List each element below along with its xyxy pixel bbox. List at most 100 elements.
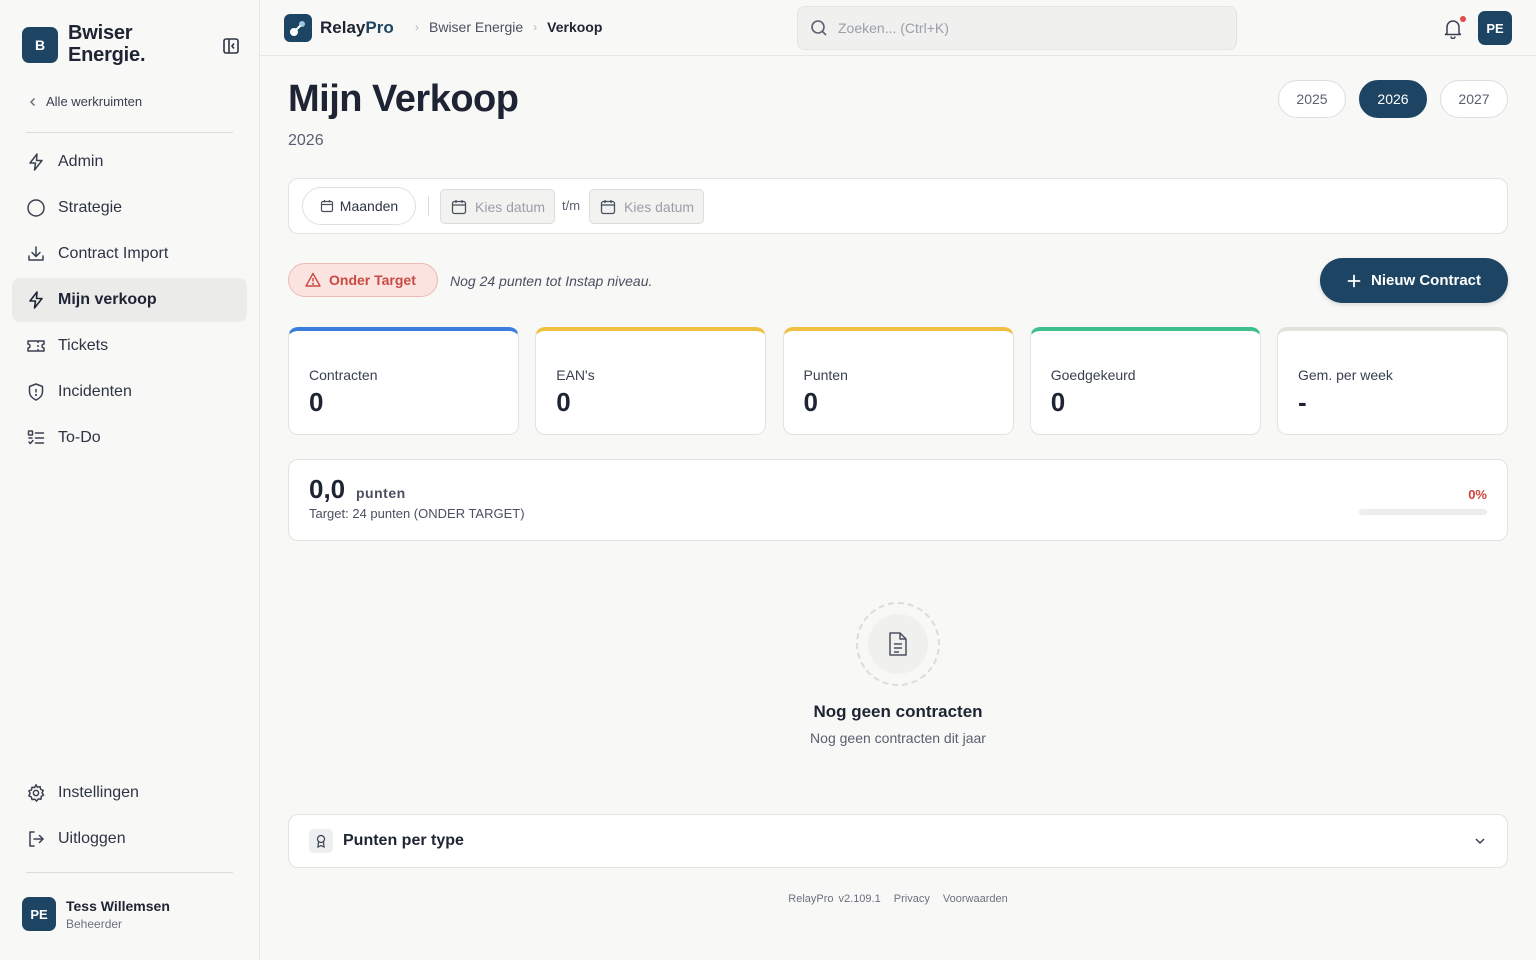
- search-box[interactable]: [797, 6, 1237, 50]
- all-workspaces-link[interactable]: Alle werkruimten: [28, 94, 142, 109]
- stat-label: Contracten: [309, 367, 378, 383]
- app-name: RelayPro: [320, 18, 394, 38]
- points-unit: punten: [356, 485, 406, 501]
- sidebar-item-strategie[interactable]: Strategie: [12, 186, 247, 230]
- stat-card-eans: EAN's 0: [535, 327, 767, 435]
- user-profile[interactable]: PE Tess Willemsen Beheerder: [22, 897, 170, 931]
- plus-icon: [1347, 274, 1361, 287]
- target-status-row: Onder Target Nog 24 punten tot Instap ni…: [288, 258, 1508, 306]
- avatar[interactable]: PE: [1478, 11, 1512, 45]
- sidebar-bottom-nav: Instellingen Uitloggen: [12, 771, 247, 863]
- sidebar-divider: [26, 872, 233, 873]
- year-selector: 2025 2026 2027: [1265, 80, 1508, 118]
- bolt-icon: [29, 291, 43, 309]
- stat-card-goedgekeurd: Goedgekeurd 0: [1029, 327, 1261, 435]
- search-input[interactable]: [838, 20, 1218, 36]
- footer-privacy-link[interactable]: Privacy: [894, 893, 930, 905]
- app-logo[interactable]: RelayPro: [284, 14, 394, 42]
- date-to-placeholder: Kies datum: [624, 198, 695, 215]
- sidebar: B Bwiser Energie. Alle werkruimten Admin…: [0, 0, 260, 960]
- new-contract-label: Nieuw Contract: [1370, 272, 1481, 289]
- sidebar-item-tickets[interactable]: Tickets: [12, 324, 247, 368]
- calendar-icon: [451, 199, 467, 214]
- stat-value: -: [1298, 387, 1307, 417]
- award-icon: [309, 829, 333, 853]
- gear-icon: [28, 784, 45, 802]
- sidebar-item-to-do[interactable]: To-Do: [12, 416, 247, 460]
- year-button-2027[interactable]: 2027: [1440, 80, 1508, 118]
- date-to-picker[interactable]: Kies datum: [589, 189, 704, 224]
- sidebar-item-label: Tickets: [58, 337, 109, 354]
- target-note: Nog 24 punten tot Instap niveau.: [450, 273, 653, 289]
- sidebar-item-instellingen[interactable]: Instellingen: [12, 771, 247, 815]
- stat-label: EAN's: [556, 367, 595, 383]
- points-target: Target: 24 punten (ONDER TARGET): [309, 506, 525, 521]
- empty-state: Nog geen contracten Nog geen contracten …: [288, 602, 1508, 752]
- warning-icon: [305, 272, 321, 287]
- sidebar-item-contract-import[interactable]: Contract Import: [12, 232, 247, 276]
- calendar-icon: [320, 200, 333, 213]
- checklist-icon: [27, 430, 45, 445]
- sidebar-item-label: Admin: [58, 153, 104, 170]
- date-from-picker[interactable]: Kies datum: [440, 189, 555, 224]
- workspace-logo: B: [22, 27, 58, 63]
- empty-state-title: Nog geen contracten: [813, 702, 983, 721]
- stat-card-contracten: Contracten 0: [288, 327, 519, 435]
- user-role: Beheerder: [66, 916, 123, 931]
- page-title: Mijn Verkoop: [288, 78, 519, 120]
- date-range-separator: t/m: [562, 198, 581, 213]
- filter-bar: Maanden Kies datum t/m Kies datum: [288, 178, 1508, 234]
- document-icon: [889, 632, 907, 656]
- notification-dot: [1460, 16, 1466, 22]
- points-per-type-accordion[interactable]: Punten per type: [288, 814, 1508, 868]
- all-workspaces-label: Alle werkruimten: [46, 94, 143, 109]
- empty-state-illustration: [856, 602, 940, 686]
- app-name-part2: Pro: [365, 18, 394, 37]
- logout-icon: [29, 831, 44, 847]
- relaypro-logo-icon: [284, 14, 312, 42]
- sidebar-item-label: Incidenten: [58, 383, 132, 400]
- sidebar-item-label: Uitloggen: [58, 830, 126, 847]
- sidebar-collapse-icon[interactable]: [222, 37, 240, 55]
- status-badge-label: Onder Target: [329, 272, 416, 288]
- progress-bar: [1359, 509, 1487, 515]
- ticket-icon: [27, 340, 45, 352]
- points-total: 0,0: [309, 474, 346, 504]
- workspace-brand[interactable]: B Bwiser Energie.: [22, 22, 188, 66]
- chevron-right-icon: ›: [533, 20, 538, 34]
- stat-value: 0: [556, 387, 571, 417]
- year-button-2026[interactable]: 2026: [1359, 80, 1427, 118]
- stat-card-punten: Punten 0: [782, 327, 1014, 435]
- sidebar-item-mijn-verkoop[interactable]: Mijn verkoop: [12, 278, 247, 322]
- footer-terms-link[interactable]: Voorwaarden: [943, 893, 1008, 905]
- calendar-icon: [600, 199, 616, 214]
- progress-percent: 0%: [1468, 487, 1487, 502]
- footer: RelayPro v2.109.1 Privacy Voorwaarden: [288, 893, 1508, 905]
- breadcrumb-workspace[interactable]: Bwiser Energie: [429, 19, 523, 35]
- sidebar-item-label: Instellingen: [58, 784, 139, 801]
- breadcrumb-current: Verkoop: [547, 19, 603, 35]
- sidebar-item-label: Contract Import: [58, 245, 169, 262]
- shield-icon: [28, 383, 44, 401]
- stat-label: Punten: [803, 367, 848, 383]
- footer-version: v2.109.1: [838, 893, 881, 905]
- search-icon: [811, 20, 827, 36]
- sidebar-item-incidenten[interactable]: Incidenten: [12, 370, 247, 414]
- stat-value: 0: [1050, 387, 1066, 417]
- chevron-right-icon: ›: [415, 20, 419, 34]
- footer-app-name: RelayPro: [788, 893, 834, 905]
- period-toggle-button[interactable]: Maanden: [302, 187, 416, 225]
- sidebar-item-label: Mijn verkoop: [58, 291, 157, 308]
- year-button-2025[interactable]: 2025: [1278, 80, 1346, 118]
- chevron-down-icon: [1475, 838, 1485, 845]
- filter-divider: [428, 196, 429, 216]
- sidebar-item-admin[interactable]: Admin: [12, 140, 247, 184]
- stat-label: Goedgekeurd: [1050, 367, 1136, 383]
- page-subtitle: 2026: [288, 132, 324, 149]
- stat-value: 0: [309, 387, 324, 417]
- sidebar-item-uitloggen[interactable]: Uitloggen: [12, 817, 247, 861]
- sidebar-item-label: To-Do: [58, 429, 101, 446]
- stat-card-gem-per-week: Gem. per week -: [1277, 327, 1508, 435]
- new-contract-button[interactable]: Nieuw Contract: [1320, 258, 1508, 303]
- breadcrumb: › Bwiser Energie › Verkoop: [405, 19, 602, 35]
